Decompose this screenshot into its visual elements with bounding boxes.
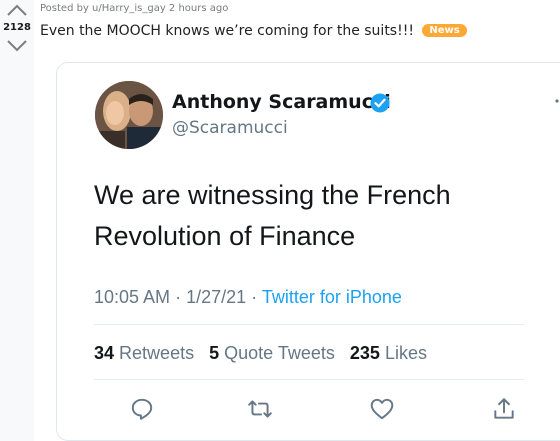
retweet-icon[interactable] bbox=[247, 396, 273, 422]
downvote-icon[interactable] bbox=[6, 40, 28, 52]
post-title[interactable]: Even the MOOCH knows we’re coming for th… bbox=[40, 23, 467, 39]
quote-count: 5 bbox=[209, 343, 220, 363]
tweet-text: We are witnessing the French Revolution … bbox=[94, 175, 494, 257]
separator-dot: · bbox=[175, 287, 187, 307]
more-options-icon[interactable] bbox=[553, 97, 560, 105]
divider bbox=[94, 324, 524, 325]
tweet-date[interactable]: 1/27/21 bbox=[186, 287, 246, 307]
tweet-time[interactable]: 10:05 AM bbox=[94, 287, 170, 307]
flair-badge[interactable]: News bbox=[422, 24, 467, 37]
retweets-label: Retweets bbox=[119, 343, 195, 363]
tweet-text-line: We are witnessing the French bbox=[94, 180, 451, 210]
vote-column: 2128 bbox=[0, 0, 34, 441]
tweet-text-line: Revolution of Finance bbox=[94, 221, 356, 251]
post-title-text[interactable]: Even the MOOCH knows we’re coming for th… bbox=[40, 23, 414, 39]
post-meta[interactable]: Posted by u/Harry_is_gay 2 hours ago bbox=[40, 3, 228, 14]
tweet-stats: 34 Retweets 5 Quote Tweets 235 Likes bbox=[94, 343, 437, 364]
vote-count: 2128 bbox=[3, 22, 31, 33]
separator-dot: · bbox=[251, 287, 262, 307]
quote-label: Quote Tweets bbox=[224, 343, 335, 363]
retweets-count: 34 bbox=[94, 343, 115, 363]
reply-icon[interactable] bbox=[129, 396, 155, 422]
tweet-timestamp: 10:05 AM · 1/27/21 · Twitter for iPhone bbox=[94, 287, 402, 308]
tweet-source-link[interactable]: Twitter for iPhone bbox=[262, 287, 402, 307]
avatar-photo bbox=[95, 81, 163, 149]
verified-badge-icon bbox=[370, 93, 390, 113]
embedded-tweet[interactable]: Anthony Scaramucci @Scaramucci We are wi… bbox=[56, 62, 560, 441]
retweets-stat[interactable]: 34 Retweets bbox=[94, 343, 194, 363]
author-name[interactable]: Anthony Scaramucci bbox=[172, 91, 391, 113]
likes-stat[interactable]: 235 Likes bbox=[350, 343, 427, 363]
likes-label: Likes bbox=[384, 343, 427, 363]
upvote-icon[interactable] bbox=[6, 4, 28, 16]
likes-count: 235 bbox=[349, 343, 380, 363]
share-icon[interactable] bbox=[491, 396, 517, 422]
author-handle[interactable]: @Scaramucci bbox=[172, 118, 288, 138]
quote-tweets-stat[interactable]: 5 Quote Tweets bbox=[209, 343, 335, 363]
like-heart-icon[interactable] bbox=[369, 396, 395, 422]
post-card: Posted by u/Harry_is_gay 2 hours ago Eve… bbox=[34, 0, 560, 441]
divider bbox=[94, 379, 524, 380]
avatar[interactable] bbox=[95, 81, 163, 149]
